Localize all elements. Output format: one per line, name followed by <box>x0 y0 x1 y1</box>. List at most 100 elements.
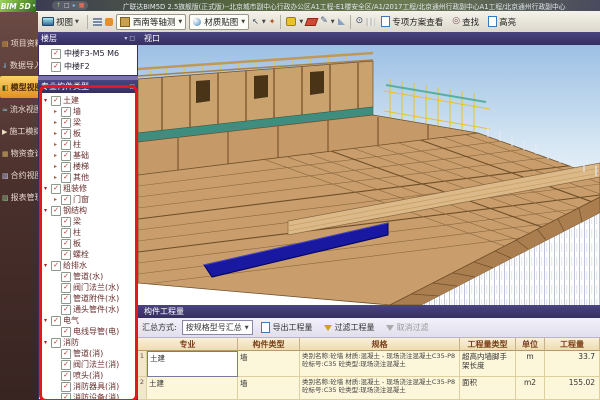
checkbox-icon[interactable] <box>51 316 61 326</box>
column-header[interactable]: 工程量类型 <box>460 338 516 351</box>
tree-item[interactable]: 消防器具(消) <box>39 381 137 392</box>
checkbox-icon[interactable] <box>61 272 71 282</box>
checkbox-icon[interactable] <box>51 338 61 348</box>
tree-item[interactable]: 电线导管(电) <box>39 326 137 337</box>
material-map-select[interactable]: 材质贴图 ▼ <box>189 14 249 30</box>
column-header[interactable]: 专业 <box>138 338 238 351</box>
checkbox-icon[interactable] <box>51 206 61 216</box>
checkbox-icon[interactable] <box>51 261 61 271</box>
tree-item[interactable]: 管道(消) <box>39 348 137 359</box>
cell-unit[interactable]: m <box>516 351 545 377</box>
checkbox-icon[interactable] <box>51 62 61 72</box>
walkthrough-icon[interactable]: ✦ <box>269 17 276 26</box>
tree-item[interactable]: 门窗 <box>39 194 137 205</box>
tree-item[interactable]: 螺栓 <box>39 249 137 260</box>
collapse-icon[interactable]: ▾ <box>124 83 127 90</box>
panel-menu-icon[interactable]: □ <box>129 83 135 90</box>
expander-icon[interactable] <box>52 152 59 159</box>
expander-icon[interactable] <box>52 130 59 137</box>
checkbox-icon[interactable] <box>61 393 71 400</box>
expander-icon[interactable] <box>52 141 59 148</box>
cell-quantity[interactable]: 33.7 <box>545 351 600 377</box>
panel-menu-icon[interactable]: □ <box>129 35 135 42</box>
tree-item[interactable]: 柱 <box>39 139 137 150</box>
sidebar-tab[interactable]: 合约视图 <box>0 164 38 186</box>
viewport-3d[interactable] <box>138 45 600 305</box>
tree-item[interactable]: 其他 <box>39 172 137 183</box>
special-plan-button[interactable]: 专项方案查看 <box>378 15 446 29</box>
layers-icon[interactable] <box>93 18 102 26</box>
collapse-icon[interactable]: ▾ <box>124 35 127 42</box>
expander-icon[interactable] <box>42 317 49 324</box>
sidebar-tab[interactable]: 施工模拟 <box>0 120 38 142</box>
filter-quantity-button[interactable]: 过滤工程量 <box>321 321 378 334</box>
expander-icon[interactable] <box>42 207 49 214</box>
home-icon[interactable]: ↑ <box>56 3 61 9</box>
viewport-tab[interactable]: 视口 <box>138 32 600 45</box>
tree-item[interactable]: 阀门法兰(水) <box>39 282 137 293</box>
view-button[interactable]: 视图 ▼ <box>39 15 82 29</box>
tree-item[interactable]: 柱 <box>39 227 137 238</box>
tree-item[interactable]: 墙 <box>39 106 137 117</box>
highlight-button[interactable]: 高亮 <box>485 15 519 29</box>
tree-item[interactable]: 基础 <box>39 150 137 161</box>
checkbox-icon[interactable] <box>51 49 61 59</box>
tree-item[interactable]: 梁 <box>39 216 137 227</box>
cell-major[interactable]: 土建 <box>147 377 238 400</box>
tree-item[interactable]: 喷头(消) <box>39 370 137 381</box>
sidebar-tab[interactable]: 物资查询 <box>0 142 38 164</box>
tree-item[interactable]: 钢结构 <box>39 205 137 216</box>
viewport-3d-model[interactable] <box>138 45 600 305</box>
cancel-filter-button[interactable]: 取消过滤 <box>383 321 432 334</box>
expander-icon[interactable] <box>52 174 59 181</box>
checkbox-icon[interactable] <box>61 283 71 293</box>
tree-item[interactable]: 板 <box>39 238 137 249</box>
column-header[interactable]: 规格 <box>300 338 460 351</box>
checkbox-icon[interactable] <box>51 96 61 106</box>
tree-item[interactable]: 管道(水) <box>39 271 137 282</box>
expander-icon[interactable] <box>52 119 59 126</box>
cell-unit[interactable]: m2 <box>516 377 545 400</box>
tree-item[interactable]: 阀门法兰(消) <box>39 359 137 370</box>
checkbox-icon[interactable] <box>61 327 71 337</box>
cell-spec[interactable]: 类别名称:砼墙 材质:混凝土 - 现场浇注混凝土C35-P8 砼标号:C35 砼… <box>300 351 460 377</box>
tree-item[interactable]: 通头管件(水) <box>39 304 137 315</box>
checkbox-icon[interactable] <box>61 305 71 315</box>
checkbox-icon[interactable] <box>61 195 71 205</box>
expander-icon[interactable] <box>52 163 59 170</box>
expander-icon[interactable] <box>42 262 49 269</box>
tree-item[interactable]: 管道附件(水) <box>39 293 137 304</box>
checkbox-icon[interactable] <box>61 129 71 139</box>
cell-quantity[interactable]: 155.02 <box>545 377 600 400</box>
sidebar-tab[interactable]: 数据导入 <box>0 54 38 76</box>
undo-icon[interactable]: ▸ <box>73 3 76 9</box>
expander-icon[interactable] <box>52 196 59 203</box>
checkbox-icon[interactable] <box>61 382 71 392</box>
tree-item[interactable]: 板 <box>39 128 137 139</box>
tree-item[interactable]: 粗装修 <box>39 183 137 194</box>
eraser-icon[interactable] <box>305 18 319 26</box>
checkbox-icon[interactable] <box>61 151 71 161</box>
checkbox-icon[interactable] <box>61 107 71 117</box>
cell-quantity-type[interactable]: 面积 <box>460 377 516 400</box>
measure-tape-icon[interactable] <box>286 17 296 26</box>
sidebar-tab[interactable]: 报表管理 <box>0 186 38 208</box>
checkbox-icon[interactable] <box>61 140 71 150</box>
table-row[interactable]: 2 土建 墙 类别名称:砼墙 材质:混凝土 - 现场浇注混凝土C35-P8 砼标… <box>138 377 600 400</box>
checkbox-icon[interactable] <box>61 228 71 238</box>
column-header[interactable]: 工程量 <box>545 338 600 351</box>
export-quantity-button[interactable]: 导出工程量 <box>258 321 316 334</box>
tree-item[interactable]: 楼梯 <box>39 161 137 172</box>
expander-icon[interactable] <box>52 108 59 115</box>
checkbox-icon[interactable] <box>61 162 71 172</box>
column-header[interactable]: 构件类型 <box>238 338 300 351</box>
floor-item[interactable]: 中楼F3-M5 M6 <box>39 47 137 60</box>
checkbox-icon[interactable] <box>61 239 71 249</box>
tree-item[interactable]: 消防 <box>39 337 137 348</box>
checkbox-icon[interactable] <box>61 173 71 183</box>
find-button[interactable]: ◎ 查找 <box>449 15 482 29</box>
tree-item[interactable]: 给排水 <box>39 260 137 271</box>
zoom-document-icon[interactable]: ⊙ <box>356 17 364 26</box>
checkbox-icon[interactable] <box>61 217 71 227</box>
floor-item[interactable]: 中楼F2 <box>39 60 137 73</box>
